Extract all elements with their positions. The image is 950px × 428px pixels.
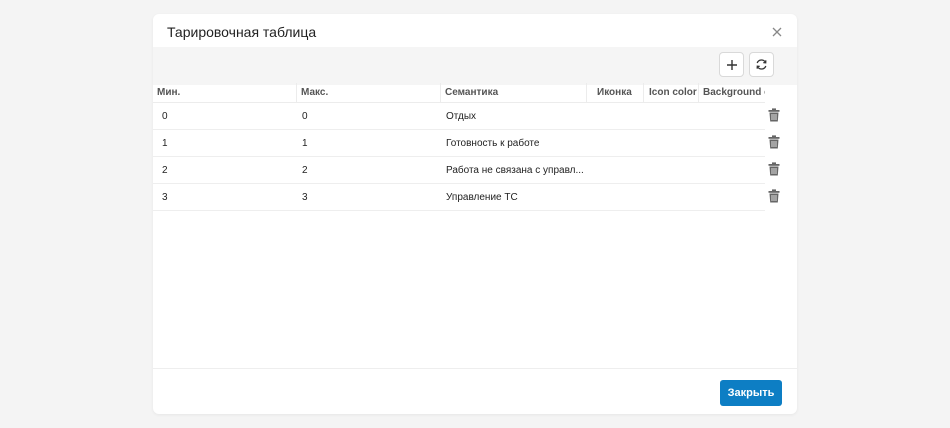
column-header-background-color[interactable]: Background c (698, 83, 765, 103)
dialog: Тарировочная таблица Мин. Макс. Семантик… (153, 14, 797, 414)
cell-semantic: Готовность к работе (446, 138, 540, 149)
cell-min: 2 (162, 165, 168, 176)
cell-min: 0 (162, 111, 168, 122)
cell-max: 1 (302, 138, 308, 149)
table-row[interactable]: 3 3 Управление ТС (153, 184, 765, 211)
trash-icon[interactable] (768, 108, 780, 122)
table-row[interactable]: 0 0 Отдых (153, 103, 765, 130)
cell-max: 3 (302, 192, 308, 203)
calibration-table: Мин. Макс. Семантика Иконка Icon color B… (153, 83, 765, 211)
column-header-icon-color[interactable]: Icon color (643, 83, 698, 103)
table-toolbar (153, 47, 797, 85)
cell-max: 2 (302, 165, 308, 176)
cell-min: 3 (162, 192, 168, 203)
dialog-footer: Закрыть (153, 368, 797, 414)
table-row[interactable]: 2 2 Работа не связана с управл... (153, 157, 765, 184)
dialog-header: Тарировочная таблица (153, 14, 797, 48)
trash-icon[interactable] (768, 162, 780, 176)
trash-icon[interactable] (768, 135, 780, 149)
cell-min: 1 (162, 138, 168, 149)
add-row-button[interactable] (719, 52, 744, 77)
cell-max: 0 (302, 111, 308, 122)
column-header-max[interactable]: Макс. (296, 83, 440, 103)
table-row[interactable]: 1 1 Готовность к работе (153, 130, 765, 157)
column-header-min[interactable]: Мин. (153, 83, 296, 103)
table-header: Мин. Макс. Семантика Иконка Icon color B… (153, 83, 765, 103)
cell-semantic: Работа не связана с управл... (446, 165, 584, 176)
cell-semantic: Отдых (446, 111, 477, 122)
dialog-title: Тарировочная таблица (167, 24, 317, 40)
column-header-semantic[interactable]: Семантика (440, 83, 586, 103)
close-button[interactable]: Закрыть (720, 380, 782, 406)
refresh-button[interactable] (749, 52, 774, 77)
refresh-icon (756, 59, 767, 70)
plus-icon (726, 59, 737, 70)
trash-icon[interactable] (768, 189, 780, 203)
column-header-icon[interactable]: Иконка (586, 83, 643, 103)
close-icon[interactable] (771, 25, 783, 37)
cell-semantic: Управление ТС (446, 192, 518, 203)
